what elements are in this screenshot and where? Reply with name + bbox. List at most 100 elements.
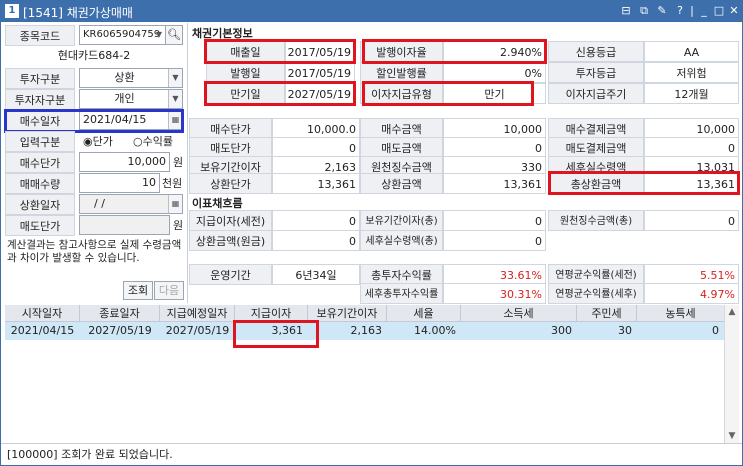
grid-col-end-date[interactable]: 종료일자 [80,305,160,322]
code-dropdown-icon[interactable]: ▼ [152,26,166,44]
credit-value: AA [644,41,739,62]
interest-type-value: 만기 [443,83,546,104]
input-type-label: 입력구분 [5,131,75,152]
grid-cell: 2021/04/15 [10,324,75,337]
grid-cell: 2,163 [350,324,383,337]
calc-value: 0 [272,137,360,158]
window-title: [1541] 채권가상매매 [23,6,133,20]
sell-price-unit: 원 [173,219,184,232]
total-yield-value: 33.61% [443,264,546,285]
query-button[interactable]: 조회 [123,281,153,300]
grid-cell: 3,361 [271,324,304,337]
grid-col-holding-interest[interactable]: 보유기간이자 [308,305,387,322]
scroll-up-icon[interactable]: ▲ [725,307,739,317]
invest-grade-label: 투자등급 [548,62,644,83]
grid-cell: 2027/05/19 [165,324,230,337]
calc-value: 10,000.0 [272,118,360,139]
grid-scrollbar[interactable]: ▲ ▼ [724,305,739,443]
sell-price-input[interactable] [79,215,170,235]
edit-icon[interactable]: ✎ [655,4,669,18]
coupon-value: 2.940% [443,41,546,62]
interest-type-label: 이자지급유형 [360,83,443,104]
calc-label: 총상환금액 [548,173,644,194]
qty-label: 매매수량 [5,173,75,194]
cf-value: 0 [272,230,360,251]
minimize-icon[interactable]: _ [697,4,711,18]
cf-label: 보유기간이자(총) [360,210,443,231]
grid-col-resident-tax[interactable]: 주민세 [577,305,637,322]
grid-col-rural-tax[interactable]: 농특세 [637,305,724,322]
chevron-down-icon[interactable]: ▼ [168,69,182,87]
invest-type-label: 투자구분 [5,68,75,89]
cf-label: 지급이자(세전) [189,210,272,231]
maturity-label: 만기일 [206,83,285,104]
grid-cell: 14.00% [414,324,456,337]
annual-yield-pre-value: 5.51% [644,264,739,285]
bond-name: 현대카드684-2 [57,49,131,62]
calc-label: 매수금액 [360,118,443,139]
calendar-icon[interactable]: ▦ [168,111,182,129]
qty-input[interactable]: 10 [79,173,160,193]
close-icon[interactable]: ✕ [727,4,741,18]
invest-grade-value: 저위험 [644,62,739,83]
grid-cell: 0 [712,324,719,337]
interest-cycle-value: 12개월 [644,83,739,104]
search-icon[interactable]: 🔍︎ [165,25,183,45]
cf-label: 상환금액(원금) [189,230,272,251]
code-label: 종목코드 [5,25,75,46]
buy-price-input[interactable]: 10,000 [79,152,170,172]
grid-col-income-tax[interactable]: 소득세 [461,305,577,322]
redeem-date-label: 상환일자 [5,194,75,215]
cf-value: 0 [443,210,546,231]
grid-cell: 2027/05/19 [88,324,152,337]
issue-date-label: 매출일 [206,41,285,62]
period-value: 6년34일 [272,264,360,285]
grid-cell: 300 [551,324,572,337]
maximize-icon[interactable]: □ [712,4,726,18]
radio-yield[interactable]: ○수익률 [133,131,173,152]
window: 1 [1541] 채권가상매매 ⊟ ⧉ ✎ ? | _ □ ✕ 종목코드 KR6… [0,0,743,466]
total-yield-after-label: 세후총투자수익률 [360,283,443,304]
calc-value: 13,361 [644,173,739,194]
interest-cycle-label: 이자지급주기 [548,83,644,104]
grid-col-start-date[interactable]: 시작일자 [5,305,80,322]
radio-unit-price[interactable]: ◉단가 [83,131,113,152]
calc-label: 매도단가 [189,137,272,158]
radio-unit-price-label: 단가 [92,135,113,148]
title-bar: 1 [1541] 채권가상매매 ⊟ ⧉ ✎ ? | _ □ ✕ [1,1,742,22]
discount-label: 할인발행률 [360,62,443,83]
credit-label: 신용등급 [548,41,644,62]
total-yield-label: 총투자수익률 [360,264,443,285]
discount-value: 0% [443,62,546,83]
grid-col-tax-rate[interactable]: 세율 [387,305,461,322]
grid-col-pay-date[interactable]: 지급예정일자 [160,305,235,322]
issue-date-value: 2017/05/19 [285,41,355,62]
annual-yield-after-value: 4.97% [644,283,739,304]
buy-date-label: 매수일자 [5,110,75,131]
next-button[interactable]: 다음 [154,281,184,300]
layout-icon[interactable]: ⊟ [619,4,633,18]
table-row[interactable]: 2021/04/15 2027/05/19 2027/05/19 3,361 2… [5,322,724,340]
cf-value: 0 [443,230,546,251]
grid-cell: 30 [618,324,632,337]
scroll-down-icon[interactable]: ▼ [725,431,739,441]
bond-info-title: 채권기본정보 [192,27,253,40]
calc-label: 매수결제금액 [548,118,644,139]
disclaimer-note: 계산결과는 참고사항으로 실제 수령금액과 차이가 발생할 수 있습니다. [7,239,182,264]
total-yield-after-value: 30.31% [443,283,546,304]
chevron-down-icon[interactable]: ▼ [168,90,182,108]
window-copy-icon[interactable]: ⧉ [637,4,651,18]
calendar-icon[interactable]: ▦ [168,195,182,213]
sell-price-label: 매도단가 [5,215,75,236]
investor-type-label: 투자자구분 [5,89,75,110]
calc-value: 13,361 [272,173,360,194]
grid-header: 시작일자 종료일자 지급예정일자 지급이자 보유기간이자 세율 소득세 주민세 … [5,305,724,322]
calc-label: 매도결제금액 [548,137,644,158]
period-label: 운영기간 [189,264,272,285]
cf-label: 세후실수령액(총) [360,230,443,251]
qty-unit: 천원 [162,177,183,190]
grid-col-interest[interactable]: 지급이자 [235,305,308,322]
calc-value: 0 [644,137,739,158]
coupon-label: 발행이자율 [360,41,443,62]
pub-date-label: 발행일 [206,62,285,83]
